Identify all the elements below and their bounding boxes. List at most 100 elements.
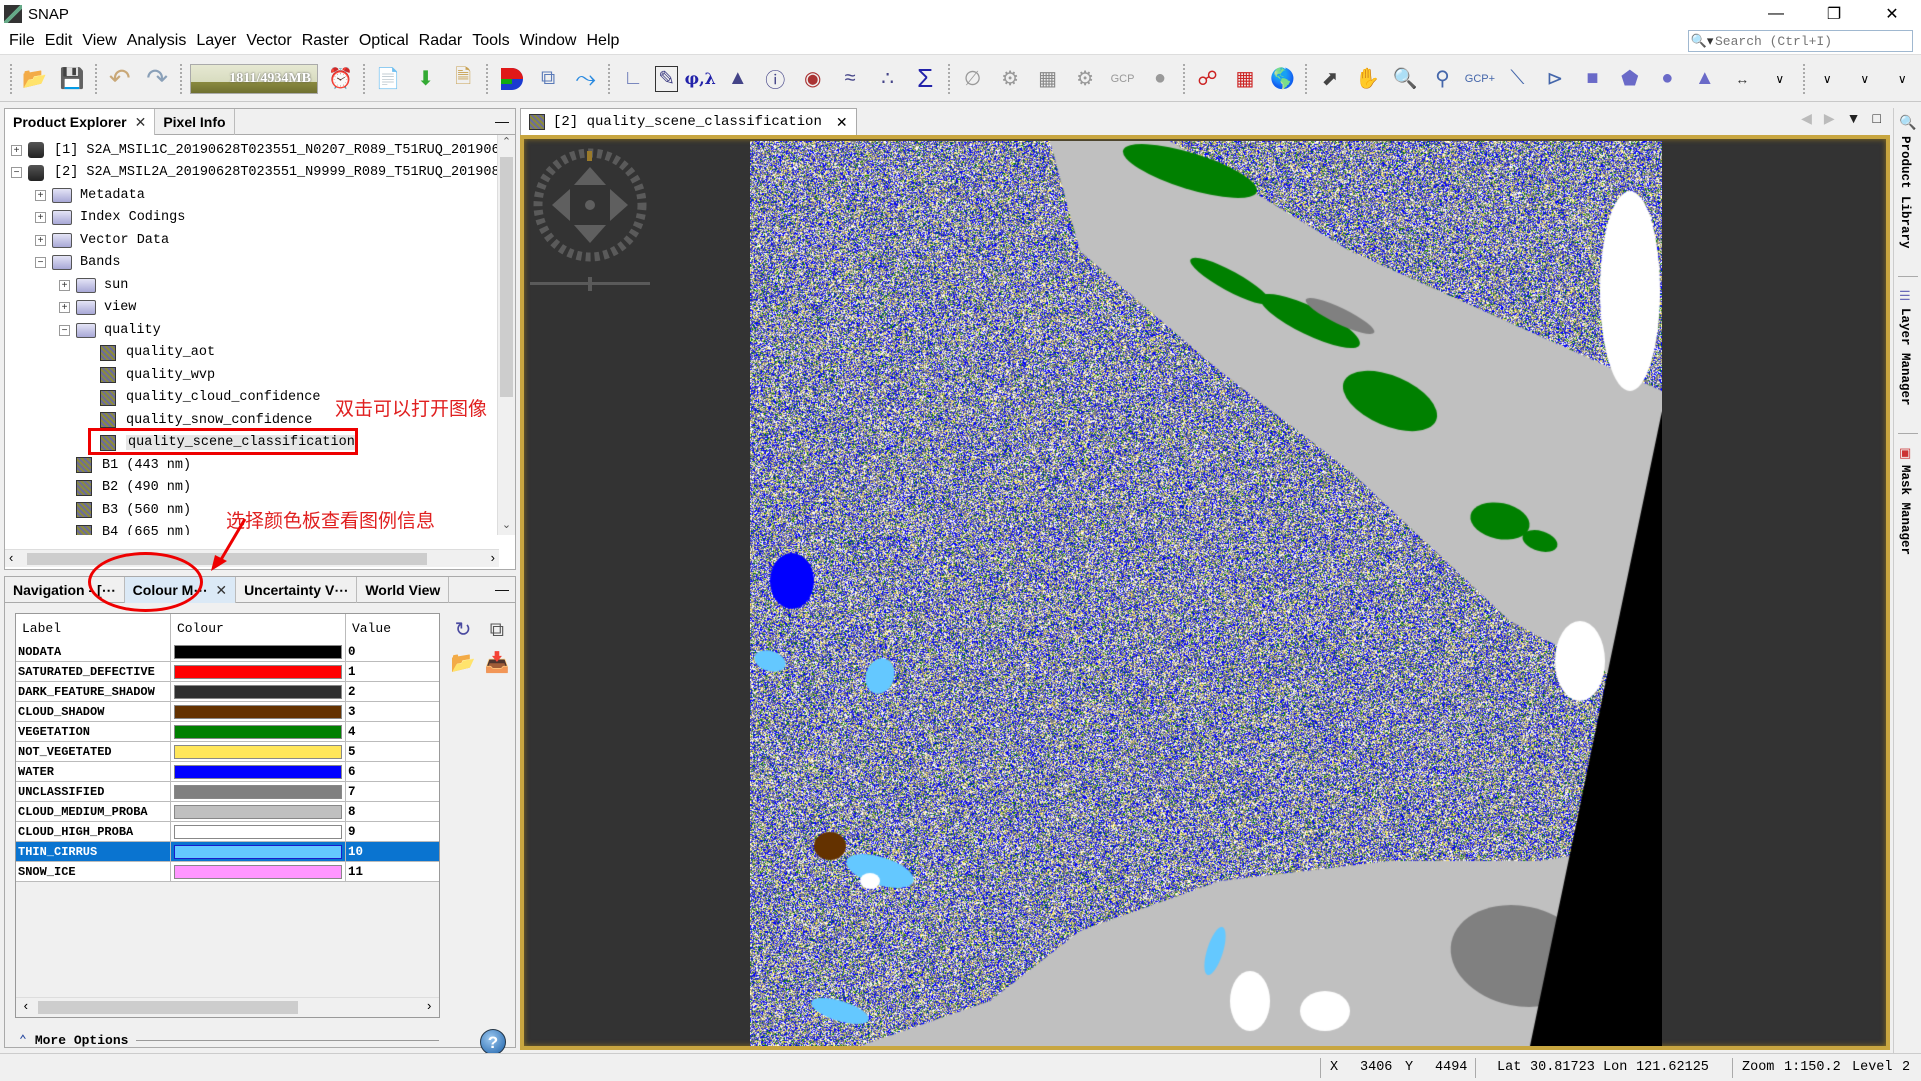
row-colour-cell[interactable] <box>171 682 346 701</box>
maximize-window-icon[interactable]: □ <box>1873 110 1881 127</box>
scroll-right-icon[interactable]: › <box>491 550 495 565</box>
world-map-icon[interactable]: 🌎 <box>1267 63 1298 95</box>
menu-layer[interactable]: Layer <box>191 32 241 50</box>
menu-edit[interactable]: Edit <box>40 32 78 50</box>
gcp-placing-icon[interactable]: GCP+ <box>1464 63 1495 95</box>
more-tools-chevron-icon[interactable]: ∨ <box>1887 63 1918 95</box>
export-icon[interactable]: 🗎 <box>447 63 478 95</box>
row-label[interactable]: SNOW_ICE <box>16 862 171 881</box>
row-label[interactable]: DARK_FEATURE_SHADOW <box>16 682 171 701</box>
scroll-right-icon[interactable]: › <box>425 999 433 1014</box>
menu-optical[interactable]: Optical <box>354 32 414 50</box>
search-input[interactable] <box>1715 33 1905 49</box>
row-value[interactable]: 5 <box>346 742 439 761</box>
grid-icon[interactable]: ▦ <box>1032 63 1063 95</box>
undo-icon[interactable]: ↶ <box>104 63 135 95</box>
tab-pixel-info[interactable]: Pixel Info <box>155 109 235 135</box>
gcp-tool-1-icon[interactable]: ∅ <box>957 63 988 95</box>
row-colour-cell[interactable] <box>171 642 346 661</box>
colour-swatch[interactable] <box>174 664 342 679</box>
collapse-icon[interactable]: − <box>59 324 70 336</box>
row-value[interactable]: 6 <box>346 762 439 781</box>
menu-window[interactable]: Window <box>515 32 582 50</box>
pan-tool-icon[interactable]: ✋ <box>1352 63 1383 95</box>
menu-radar[interactable]: Radar <box>414 32 468 50</box>
scroll-left-icon[interactable]: ‹ <box>9 550 13 565</box>
colour-swatch[interactable] <box>174 844 342 859</box>
tree-item[interactable]: + sun <box>59 274 128 296</box>
zoom-slider-handle[interactable] <box>588 277 592 291</box>
tree-item[interactable]: + Vector Data <box>35 229 169 251</box>
colour-table-row[interactable]: SATURATED_DEFECTIVE 1 <box>16 662 439 682</box>
close-button[interactable]: ✕ <box>1863 0 1921 28</box>
colour-swatch[interactable] <box>174 724 342 739</box>
horizontal-scrollbar[interactable]: ‹ › <box>16 997 439 1017</box>
help-button[interactable]: ? <box>480 1029 506 1055</box>
center-icon[interactable] <box>585 200 595 210</box>
row-label[interactable]: SATURATED_DEFECTIVE <box>16 662 171 681</box>
time-series-icon[interactable]: ≈ <box>834 63 865 95</box>
multi-band-icon[interactable]: ⧉ <box>483 616 511 644</box>
row-label[interactable]: CLOUD_MEDIUM_PROBA <box>16 802 171 821</box>
zoom-tool-icon[interactable]: 🔍 <box>1389 63 1420 95</box>
line-drawing-icon[interactable]: ⟍ <box>1502 63 1533 95</box>
tab-uncertainty-visualisation[interactable]: Uncertainty V⋯ <box>236 577 358 603</box>
row-value[interactable]: 2 <box>346 682 439 701</box>
colour-swatch[interactable] <box>174 644 342 659</box>
row-colour-cell[interactable] <box>171 762 346 781</box>
row-label[interactable]: THIN_CIRRUS <box>16 842 171 861</box>
polygon-drawing-icon[interactable]: ⬟ <box>1614 63 1645 95</box>
scene-classification-image[interactable] <box>750 141 1662 1046</box>
scroll-tabs-right-icon[interactable]: ▶ <box>1824 110 1835 127</box>
collapse-icon[interactable]: − <box>11 167 22 178</box>
menu-view[interactable]: View <box>77 32 121 50</box>
sidebar-mask-manager[interactable]: Mask Manager <box>1898 465 1912 555</box>
colour-swatch[interactable] <box>174 764 342 779</box>
close-icon[interactable]: ✕ <box>215 582 227 599</box>
navigation-control[interactable] <box>530 145 650 270</box>
import-icon[interactable]: ⬇ <box>410 63 441 95</box>
expand-icon[interactable]: + <box>11 144 22 156</box>
expand-icon[interactable]: + <box>59 302 70 313</box>
save-product-icon[interactable]: 💾 <box>56 63 87 95</box>
reset-icon[interactable]: ↻ <box>449 615 477 643</box>
export-colour-palette-icon[interactable]: 📥 <box>483 648 511 676</box>
tree-item[interactable]: B3 (560 nm) <box>59 499 191 521</box>
colour-table-row[interactable]: VEGETATION 4 <box>16 722 439 742</box>
gcp-tool-2-icon[interactable]: ⚙ <box>994 63 1025 95</box>
row-colour-cell[interactable] <box>171 782 346 801</box>
row-colour-cell[interactable] <box>171 742 346 761</box>
memory-indicator[interactable]: 1811/4934MB <box>189 63 318 94</box>
session-icon[interactable]: ⏰ <box>325 63 356 95</box>
tree-item[interactable]: + [1] S2A_MSIL1C_20190628T023551_N0207_R0… <box>11 139 499 161</box>
more-tools-chevron-icon[interactable]: ∨ <box>1764 63 1795 95</box>
image-view[interactable] <box>520 135 1890 1050</box>
more-options-toggle[interactable]: ⌃ More Options <box>19 1033 439 1048</box>
row-label[interactable]: NOT_VEGETATED <box>16 742 171 761</box>
graph-builder-icon[interactable]: ☍ <box>1192 63 1223 95</box>
colour-swatch[interactable] <box>174 804 342 819</box>
colour-table-row[interactable]: NOT_VEGETATED 5 <box>16 742 439 762</box>
search-box[interactable]: 🔍▾ <box>1688 30 1913 52</box>
colour-table-row[interactable]: THIN_CIRRUS 10 <box>16 842 439 862</box>
colour-swatch[interactable] <box>174 864 342 879</box>
show-opened-documents-icon[interactable]: ▼ <box>1847 110 1861 127</box>
new-window-icon[interactable]: 📄 <box>372 63 403 95</box>
collapse-icon[interactable]: − <box>35 257 46 268</box>
statistics-icon[interactable]: Σ <box>909 63 940 95</box>
pan-right-icon[interactable] <box>610 189 628 221</box>
geo-coding-icon[interactable]: φ,λ <box>684 63 716 95</box>
select-shape-icon[interactable]: ▲ <box>1689 63 1720 95</box>
menu-raster[interactable]: Raster <box>297 32 354 50</box>
pin-placing-icon[interactable]: ⚲ <box>1427 63 1458 95</box>
rectangle-drawing-icon[interactable]: ■ <box>1577 63 1608 95</box>
open-product-icon[interactable]: 📂 <box>19 63 50 95</box>
sidebar-layer-manager[interactable]: Layer Manager <box>1898 308 1912 406</box>
scroll-thumb[interactable] <box>500 157 513 397</box>
gcp-tool-5-icon[interactable]: ● <box>1144 63 1175 95</box>
pan-up-icon[interactable] <box>574 167 606 185</box>
rgb-image-icon[interactable] <box>495 63 526 95</box>
scroll-thumb[interactable] <box>38 1001 298 1014</box>
colour-table-row[interactable]: SNOW_ICE 11 <box>16 862 439 882</box>
ellipse-drawing-icon[interactable]: ● <box>1652 63 1683 95</box>
